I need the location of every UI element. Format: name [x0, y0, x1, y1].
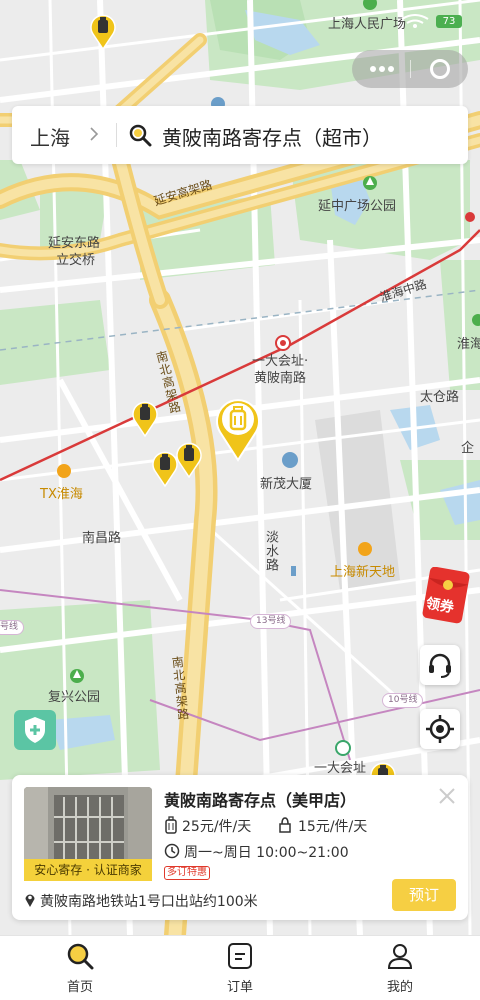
crosshair-icon — [426, 715, 454, 743]
promo-badge: 多订特惠 — [164, 866, 210, 880]
map-label-nanchang-road: 南昌路 — [82, 531, 122, 546]
suitcase-icon — [165, 816, 177, 834]
map-label-xinmao: 新茂大厦 — [260, 477, 313, 492]
order-icon — [228, 943, 252, 969]
map-label-yanan-interchange-1: 延安东路 — [48, 236, 101, 251]
storage-pin[interactable] — [176, 440, 202, 478]
battery-badge: 73 — [436, 15, 462, 28]
metro-tag-line-13: 13号线 — [250, 614, 292, 629]
map-label-qi: 企 — [461, 441, 475, 456]
storage-pin[interactable] — [132, 399, 158, 437]
store-address: 黄陂南路地铁站1号口出站约100米 — [40, 894, 258, 910]
wifi-icon — [401, 14, 429, 28]
more-dots-icon[interactable] — [370, 66, 394, 72]
map-label-huaihai: 淮海 — [457, 337, 480, 352]
tab-orders[interactable]: 订单 — [160, 936, 320, 1000]
customer-service-button[interactable] — [420, 645, 460, 685]
tab-profile-label: 我的 — [386, 980, 413, 995]
map-label-yanan-interchange-2: 立交桥 — [56, 253, 96, 268]
metro-tag-line-misc: 号线 — [0, 620, 25, 635]
map-label-fuxing-park: 复兴公园 — [48, 690, 101, 705]
close-miniprogram-icon[interactable] — [430, 59, 450, 79]
book-button[interactable]: 预订 — [392, 879, 456, 911]
map-label-danshui-road: 淡水路 — [263, 530, 278, 572]
map-label-yanzhong-park: 延中广场公园 — [318, 199, 397, 214]
tab-home[interactable]: 首页 — [0, 936, 160, 1000]
headset-icon — [429, 653, 451, 678]
tab-home-label: 首页 — [66, 980, 93, 995]
tab-profile[interactable]: 我的 — [320, 936, 480, 1000]
user-icon — [387, 944, 413, 969]
storage-pin[interactable] — [152, 449, 178, 487]
clock-icon — [164, 843, 180, 859]
store-title: 黄陂南路寄存点（美甲店） — [164, 791, 357, 810]
chevron-right-icon — [90, 127, 99, 141]
status-bar: 73 — [0, 0, 480, 44]
location-pin-icon — [25, 894, 35, 907]
price-small-luggage: 15元/件/天 — [298, 819, 368, 835]
tab-orders-label: 订单 — [226, 980, 253, 995]
bag-icon — [279, 817, 291, 833]
miniprogram-capsule[interactable] — [352, 50, 468, 88]
capsule-divider — [410, 60, 411, 78]
opening-hours: 周一~周日 10:00~21:00 — [184, 845, 349, 861]
close-icon[interactable] — [436, 785, 458, 807]
map-label-site-2: 黄陂南路 — [254, 371, 307, 386]
store-card[interactable]: 安心寄存 · 认证商家 黄陂南路寄存点（美甲店） 25元/件/天 15元/件/天… — [12, 775, 468, 920]
map-label-taicang-road: 太仓路 — [420, 390, 460, 405]
search-bar[interactable]: 上海 黄陂南路寄存点（超市） — [12, 106, 468, 164]
safety-shield-button[interactable] — [14, 710, 56, 750]
price-large-luggage: 25元/件/天 — [182, 819, 252, 835]
bottom-tab-bar: 首页 订单 我的 — [0, 935, 480, 1000]
search-divider — [116, 123, 117, 147]
city-selector[interactable]: 上海 — [30, 122, 70, 151]
selected-storage-pin[interactable] — [214, 394, 262, 462]
shield-plus-icon — [25, 717, 45, 743]
search-icon — [67, 943, 94, 970]
map-label-tx-huaihai: TX淮海 — [40, 487, 83, 502]
metro-tag-line-10: 10号线 — [382, 693, 424, 708]
locate-me-button[interactable] — [420, 709, 460, 749]
search-query[interactable]: 黄陂南路寄存点（超市） — [162, 122, 382, 151]
map-label-site-1: 一大会址· — [252, 354, 309, 369]
certified-tag: 安心寄存 · 认证商家 — [24, 859, 152, 881]
map-label-xintiandi: 上海新天地 — [330, 565, 396, 580]
coupon-button[interactable]: 领券 — [420, 566, 470, 625]
search-icon — [129, 124, 152, 147]
